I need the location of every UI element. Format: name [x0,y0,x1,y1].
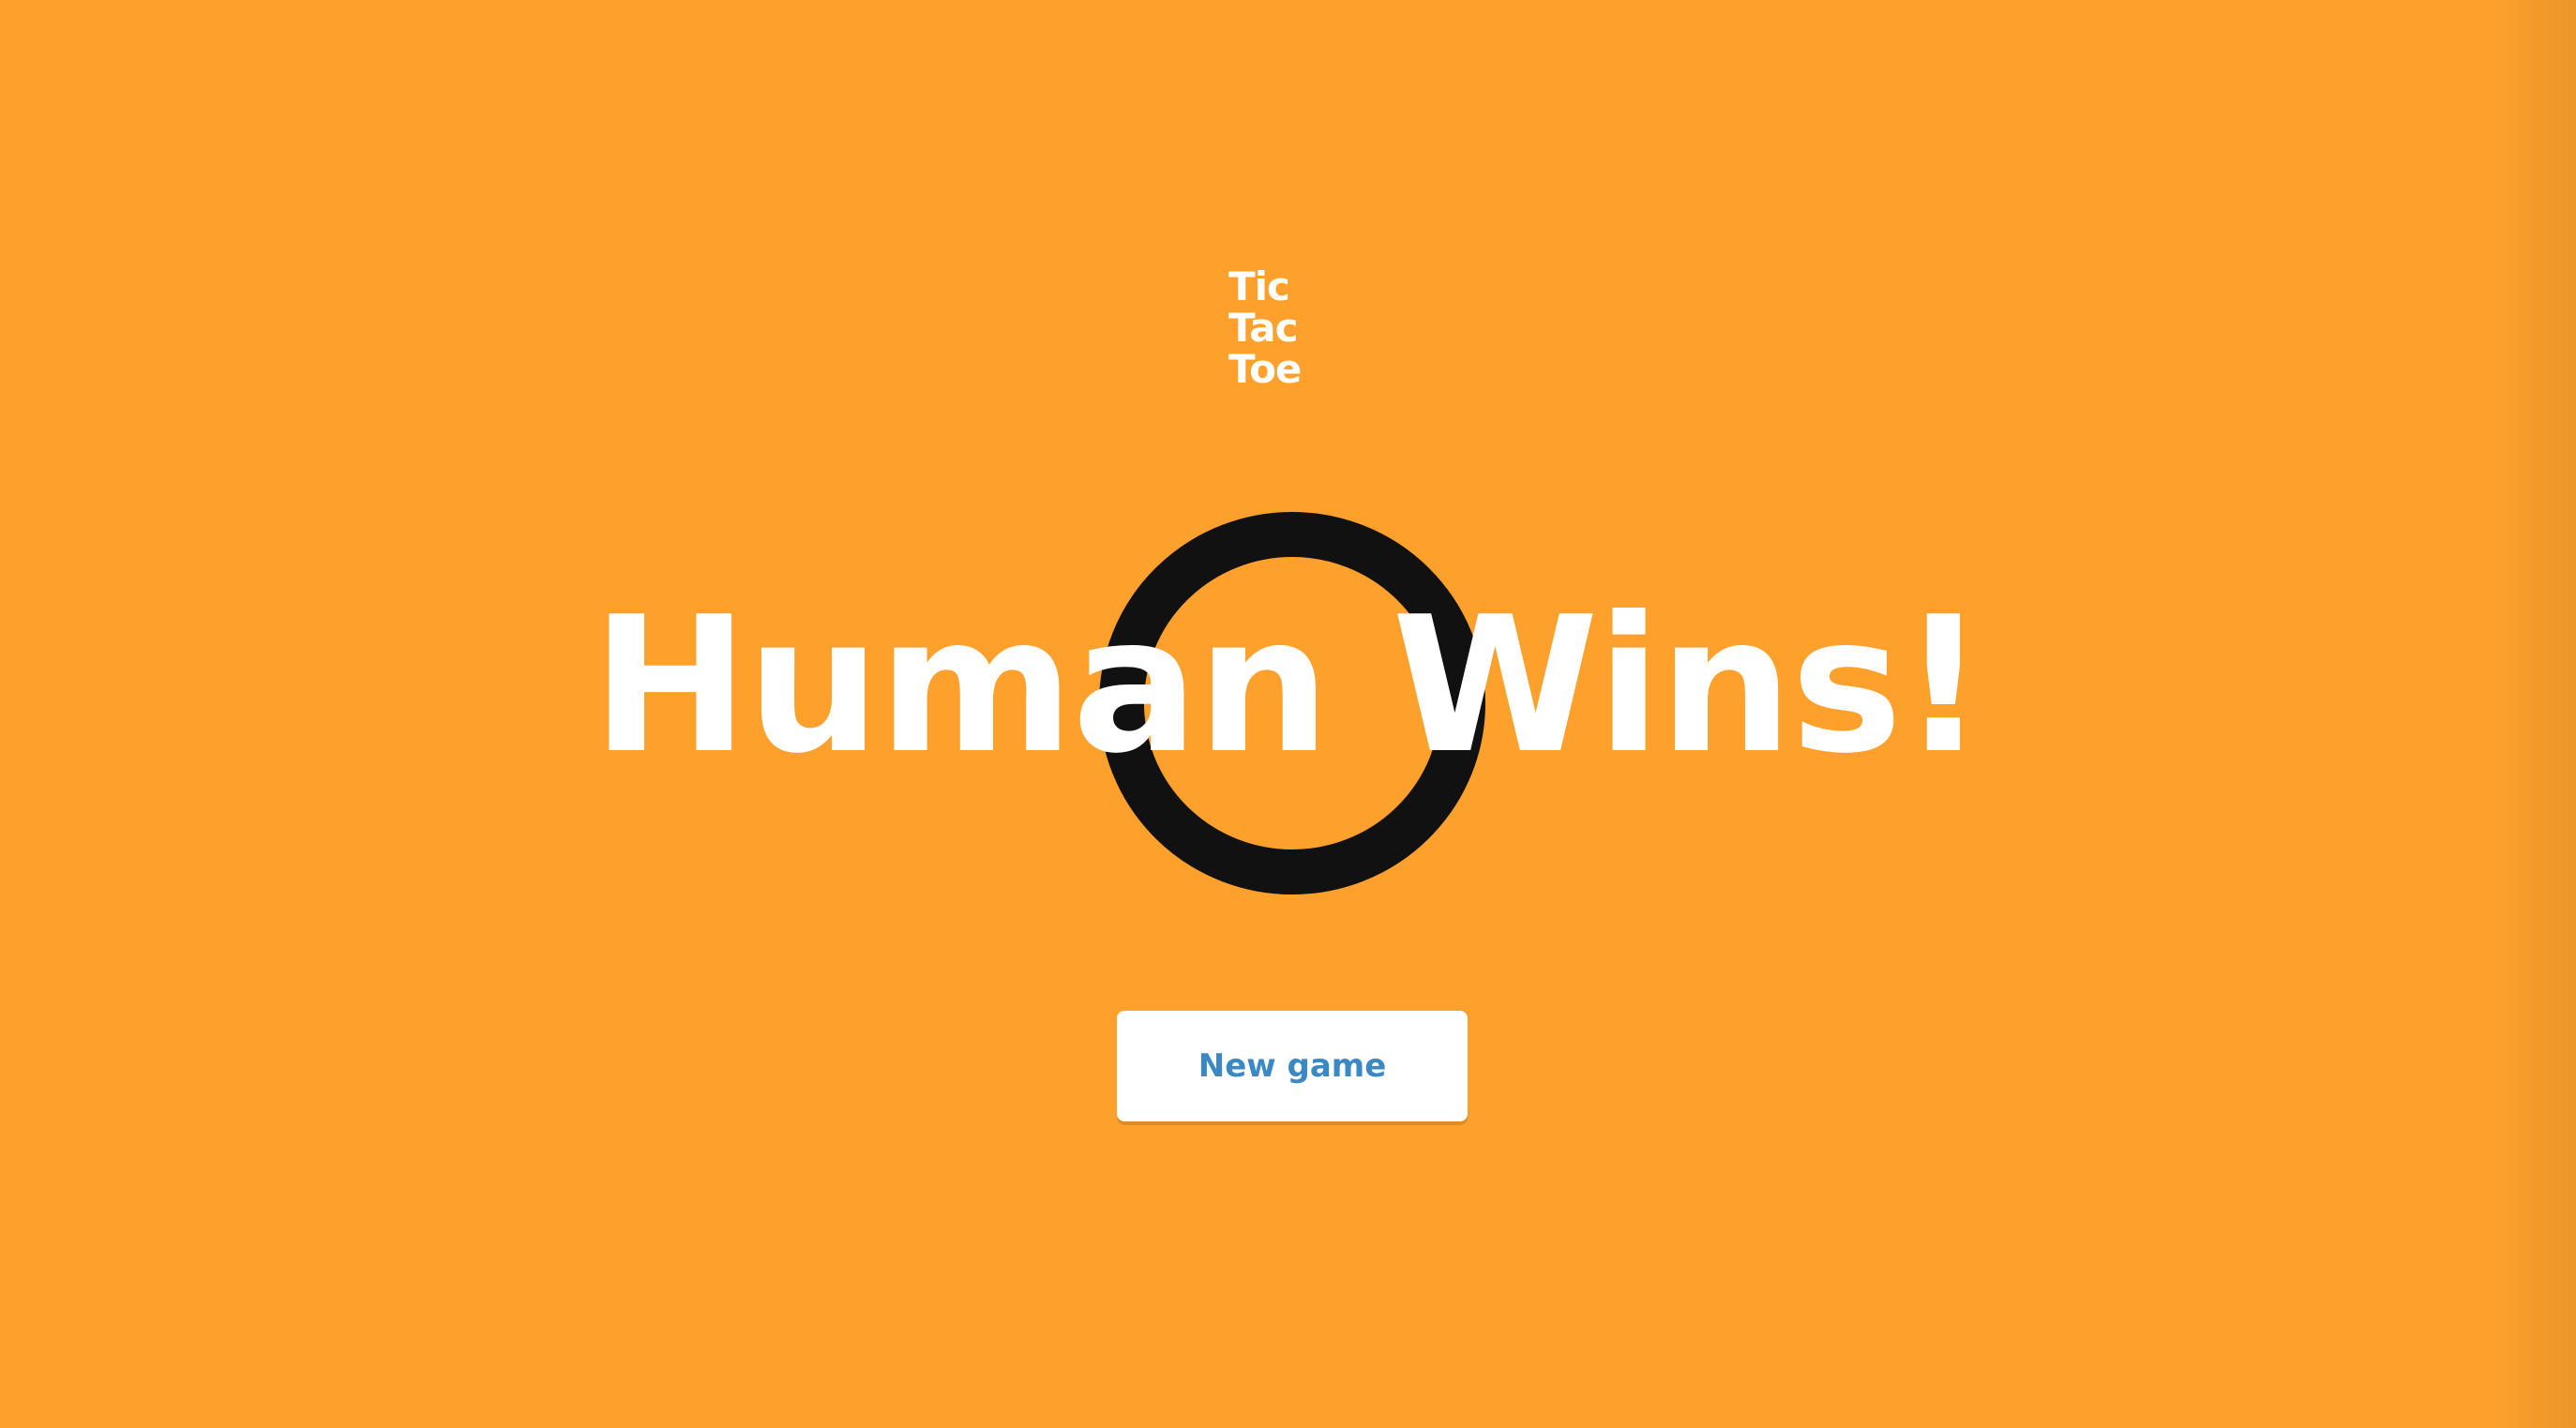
logo-line-tic: Tic [1228,263,1290,309]
winner-headline: Human Wins! [592,577,1986,795]
logo-line-tac: Tac [1228,305,1298,351]
logo-line-toe: Toe [1228,346,1302,392]
tic-tac-toe-logo: Tic Tac Toe [1228,267,1350,408]
new-game-button[interactable]: New game [1117,1011,1468,1121]
